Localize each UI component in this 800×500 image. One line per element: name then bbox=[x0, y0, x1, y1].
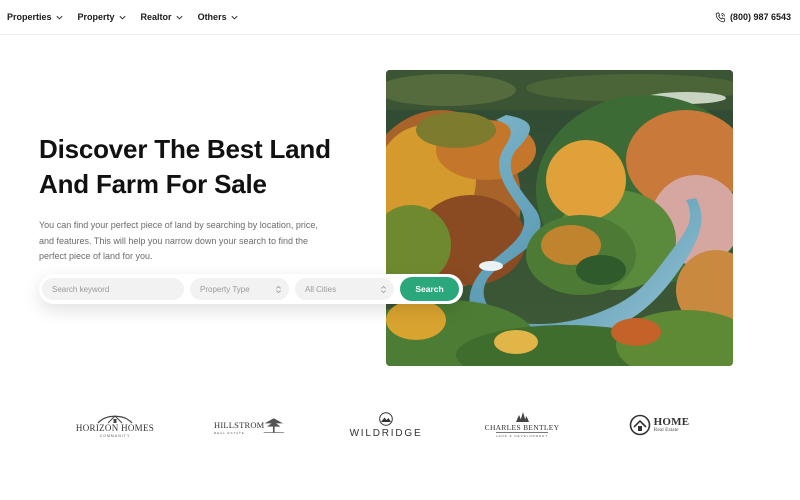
search-button[interactable]: Search bbox=[400, 277, 459, 301]
logo-sub: LAND & DEVELOPMENT bbox=[495, 432, 549, 439]
keyword-field bbox=[42, 278, 184, 300]
search-bar: Property Type All Cities Search bbox=[39, 274, 463, 304]
hero-title-line-2: And Farm For Sale bbox=[39, 169, 267, 199]
nav-item-properties[interactable]: Properties bbox=[7, 12, 64, 22]
trees-icon bbox=[516, 411, 529, 422]
property-type-select[interactable]: Property Type bbox=[190, 278, 289, 300]
nav-item-others[interactable]: Others bbox=[198, 12, 239, 22]
city-select[interactable]: All Cities bbox=[295, 278, 394, 300]
logo-charles-bentley: CHARLES BENTLEY LAND & DEVELOPMENT bbox=[484, 405, 560, 445]
nav-item-property[interactable]: Property bbox=[78, 12, 127, 22]
select-arrows-icon bbox=[381, 285, 386, 293]
logo-home-real-estate: HOME Real Estate bbox=[624, 405, 694, 445]
logo-name: WILDRIDGE bbox=[349, 427, 423, 439]
logo-horizon-homes: HORIZON HOMES COMMUNITY bbox=[76, 405, 154, 445]
nav-item-realtor[interactable]: Realtor bbox=[141, 12, 184, 22]
hero-image bbox=[386, 70, 733, 366]
aerial-river-forest-image bbox=[386, 70, 733, 366]
house-circle-icon bbox=[629, 414, 650, 436]
nav-item-label: Properties bbox=[7, 12, 52, 22]
chevron-down-icon bbox=[176, 15, 183, 20]
nav-item-label: Others bbox=[197, 12, 227, 22]
mountain-circle-icon bbox=[379, 411, 393, 426]
logo-name: CHARLES BENTLEY bbox=[484, 422, 560, 432]
chevron-down-icon bbox=[55, 15, 63, 20]
logo-hillstrom: HILLSTROM REAL ESTATE bbox=[214, 405, 286, 445]
chevron-down-icon bbox=[118, 15, 126, 20]
phone-link[interactable]: (800) 987 6543 bbox=[715, 0, 791, 34]
hero-title: Discover The Best Land And Farm For Sale bbox=[39, 132, 369, 202]
property-type-value: Property Type bbox=[200, 284, 250, 294]
main-menu: Properties Property Realtor Others bbox=[7, 0, 253, 34]
partner-logos: HORIZON HOMES COMMUNITY HILLSTROM REAL E… bbox=[0, 405, 800, 445]
nav-item-label: Property bbox=[77, 12, 115, 22]
logo-sub: REAL ESTATE bbox=[214, 430, 245, 435]
logo-name: HILLSTROM bbox=[214, 420, 265, 431]
logo-sub: Real Estate bbox=[653, 426, 679, 433]
phone-number: (800) 987 6543 bbox=[729, 12, 791, 22]
search-keyword-input[interactable] bbox=[52, 284, 184, 294]
tree-icon bbox=[264, 418, 285, 433]
logo-sub: COMMUNITY bbox=[99, 434, 131, 438]
city-value: All Cities bbox=[305, 284, 337, 294]
logo-name: HORIZON HOMES bbox=[75, 423, 155, 433]
hero-description: You can find your perfect piece of land … bbox=[39, 220, 318, 261]
nav-item-label: Realtor bbox=[140, 12, 172, 22]
hero-title-line-1: Discover The Best Land bbox=[39, 134, 331, 164]
logo-wildridge: WILDRIDGE bbox=[350, 405, 422, 445]
top-navbar: Properties Property Realtor Others (800)… bbox=[0, 0, 800, 35]
phone-icon bbox=[715, 11, 726, 22]
select-arrows-icon bbox=[276, 285, 281, 293]
chevron-down-icon bbox=[231, 15, 238, 20]
